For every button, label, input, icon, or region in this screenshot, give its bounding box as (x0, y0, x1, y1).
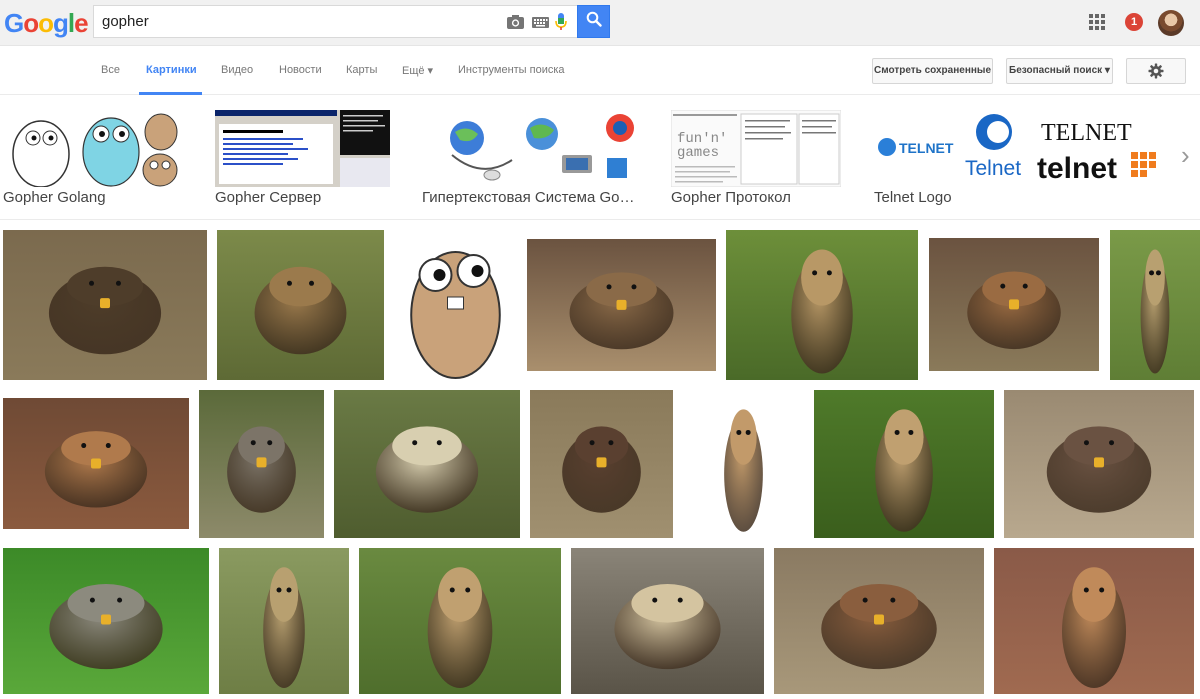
top-bar: Google 1 (0, 0, 1200, 46)
related-thumbnail (422, 110, 637, 187)
image-result[interactable] (1110, 230, 1200, 380)
related-label: Гипертекстовая Система Go… (422, 189, 635, 206)
image-result[interactable] (814, 390, 994, 538)
related-searches: Gopher Golang Gopher Сервер Гипертекстов… (0, 108, 1200, 220)
search-nav: Все Картинки Видео Новости Карты Ещё ▾ И… (0, 47, 1200, 95)
related-item-gopher-protocol[interactable]: fun'n' games Gopher Протокол (671, 108, 841, 212)
svg-text:games: games (677, 145, 719, 161)
image-result[interactable] (3, 398, 189, 529)
image-result[interactable] (1004, 390, 1194, 538)
related-item-gopher-golang[interactable]: Gopher Golang (3, 108, 183, 212)
related-thumbnail: TELNET Telnet TELNET telnet (874, 110, 1166, 187)
camera-icon[interactable] (506, 13, 524, 31)
chevron-right-icon[interactable]: › (1181, 140, 1190, 171)
related-thumbnail (215, 110, 390, 187)
settings-button[interactable] (1126, 58, 1186, 84)
related-thumbnail: fun'n' games (671, 110, 841, 187)
related-label: Gopher Сервер (215, 189, 322, 206)
apps-grid-icon[interactable] (1089, 14, 1105, 30)
search-box (93, 5, 577, 38)
image-result[interactable] (530, 390, 673, 538)
microphone-icon[interactable] (552, 13, 570, 31)
tab-maps[interactable]: Карты (346, 64, 377, 76)
image-result[interactable] (3, 548, 209, 694)
related-item-telnet-logo[interactable]: TELNET Telnet TELNET telnet Telnet Logo (874, 108, 1166, 212)
tab-all[interactable]: Все (101, 64, 120, 76)
image-result[interactable] (683, 390, 804, 538)
google-images-page: Google 1 Все Картинки Виде (0, 0, 1200, 699)
logo-letter: e (74, 8, 89, 38)
gear-icon (1148, 63, 1164, 89)
notifications-badge[interactable]: 1 (1125, 13, 1143, 31)
image-result[interactable] (726, 230, 918, 380)
avatar[interactable] (1158, 10, 1184, 36)
related-thumbnail (3, 110, 183, 187)
related-item-gopher-server[interactable]: Gopher Сервер (215, 108, 390, 212)
related-label: Gopher Golang (3, 189, 106, 206)
active-tab-indicator (139, 92, 202, 95)
svg-text:Telnet: Telnet (965, 157, 1021, 180)
image-result[interactable] (359, 548, 561, 694)
related-label: Telnet Logo (874, 189, 952, 206)
logo-letter: G (4, 8, 24, 38)
image-result[interactable] (571, 548, 764, 694)
related-item-hypertext-system[interactable]: Гипертекстовая Система Go… (422, 108, 637, 212)
image-result[interactable] (217, 230, 384, 380)
saved-images-button[interactable]: Смотреть сохраненные (872, 58, 993, 84)
image-result[interactable] (219, 548, 349, 694)
image-result[interactable] (929, 238, 1099, 371)
tab-news[interactable]: Новости (279, 64, 322, 76)
image-result[interactable] (394, 230, 517, 380)
logo-letter: o (38, 8, 54, 38)
svg-text:telnet: telnet (1037, 152, 1117, 185)
image-result[interactable] (334, 390, 520, 538)
image-result[interactable] (994, 548, 1194, 694)
search-input[interactable] (102, 6, 502, 37)
tab-more[interactable]: Ещё ▾ (402, 64, 433, 77)
tab-images[interactable]: Картинки (146, 64, 197, 76)
image-result[interactable] (774, 548, 984, 694)
tab-search-tools[interactable]: Инструменты поиска (458, 64, 565, 76)
tab-video[interactable]: Видео (221, 64, 253, 76)
keyboard-icon[interactable] (531, 13, 549, 31)
image-result[interactable] (199, 390, 324, 538)
related-label: Gopher Протокол (671, 189, 791, 206)
image-result[interactable] (527, 239, 716, 371)
logo-letter: g (53, 8, 69, 38)
image-result[interactable] (3, 230, 207, 380)
svg-text:TELNET: TELNET (899, 140, 954, 156)
safe-search-button[interactable]: Безопасный поиск ▾ (1006, 58, 1113, 84)
logo-letter: o (23, 8, 39, 38)
svg-text:TELNET: TELNET (1041, 120, 1132, 146)
google-logo[interactable]: Google (4, 8, 89, 39)
search-icon (586, 11, 602, 32)
search-button[interactable] (577, 5, 610, 38)
